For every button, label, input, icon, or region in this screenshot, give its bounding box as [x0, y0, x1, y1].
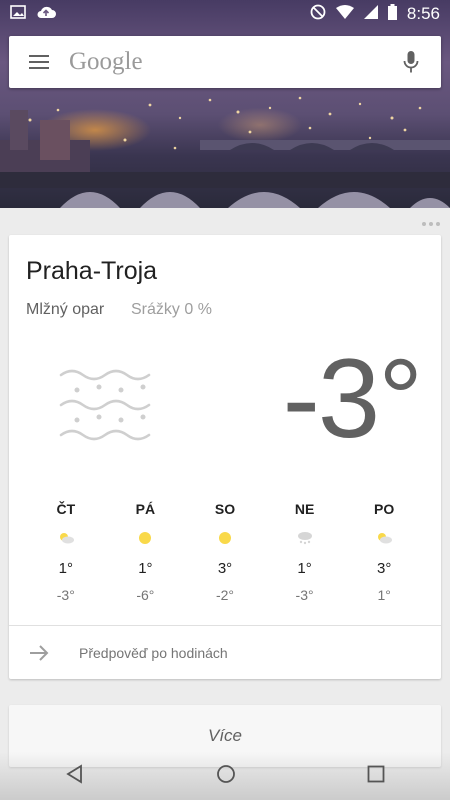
- forecast-day: ČT 1° -3°: [26, 501, 106, 607]
- image-notification-icon: [10, 4, 26, 24]
- hamburger-menu-icon[interactable]: [9, 54, 69, 70]
- forecast-day-name: NE: [294, 501, 315, 517]
- battery-icon: [387, 3, 397, 25]
- current-temperature: -3°: [282, 336, 423, 461]
- forecast-day-name: ČT: [56, 501, 76, 517]
- do-not-disturb-icon: [310, 4, 326, 25]
- location-name: Praha-Troja: [26, 257, 158, 285]
- forecast-day: PO 3° 1°: [344, 501, 424, 607]
- search-bar[interactable]: Google: [9, 36, 441, 88]
- hourly-forecast-link[interactable]: Předpověď po hodinách: [9, 626, 441, 679]
- more-label: Více: [207, 726, 243, 745]
- forecast-low: -6°: [136, 587, 155, 603]
- forecast-day-name: PO: [374, 501, 395, 517]
- fog-weather-icon: [55, 365, 165, 460]
- partly-cloudy-icon: [344, 521, 424, 555]
- back-icon[interactable]: [65, 763, 85, 789]
- wifi-icon: [335, 4, 354, 24]
- forecast-day: SO 3° -2°: [185, 501, 265, 607]
- navigation-bar: [0, 752, 450, 800]
- snow-icon: [265, 521, 345, 555]
- sun-icon: [185, 521, 265, 555]
- forecast-row: ČT 1° -3° PÁ 1° -6° SO 3° -2° NE 1° -3° …: [26, 501, 424, 607]
- overflow-menu-icon[interactable]: [422, 222, 440, 226]
- weather-condition: Mlžný opar: [26, 301, 105, 318]
- forecast-day-name: SO: [214, 501, 236, 517]
- forecast-high: 3°: [377, 560, 392, 577]
- partly-cloudy-icon: [26, 521, 106, 555]
- status-time: 8:56: [406, 4, 440, 23]
- microphone-icon[interactable]: [381, 50, 441, 74]
- cloud-upload-icon: [36, 5, 56, 24]
- forecast-high: 1°: [138, 560, 153, 577]
- cell-signal-icon: [363, 4, 378, 24]
- status-bar: 8:56: [0, 0, 450, 28]
- hourly-forecast-label: Předpověď po hodinách: [79, 644, 228, 661]
- weather-card[interactable]: Praha-Troja Mlžný opar Srážky 0 % -3° ČT…: [9, 235, 441, 679]
- forecast-low: -3°: [56, 587, 75, 603]
- forecast-high: 1°: [58, 560, 73, 577]
- forecast-low: -3°: [295, 587, 314, 603]
- forecast-day: NE 1° -3°: [265, 501, 345, 607]
- forecast-low: 1°: [377, 587, 391, 603]
- forecast-low: -2°: [215, 587, 234, 603]
- header-background-image: [0, 0, 450, 208]
- forecast-day-name: PÁ: [135, 501, 156, 517]
- sun-icon: [106, 521, 186, 555]
- forecast-day: PÁ 1° -6°: [106, 501, 186, 607]
- precipitation: Srážky 0 %: [131, 301, 212, 318]
- home-icon[interactable]: [216, 764, 236, 789]
- forecast-high: 1°: [297, 560, 312, 577]
- arrow-right-icon: [9, 644, 69, 661]
- recents-icon[interactable]: [367, 765, 385, 788]
- search-input[interactable]: Google: [69, 48, 381, 76]
- forecast-high: 3°: [217, 560, 233, 577]
